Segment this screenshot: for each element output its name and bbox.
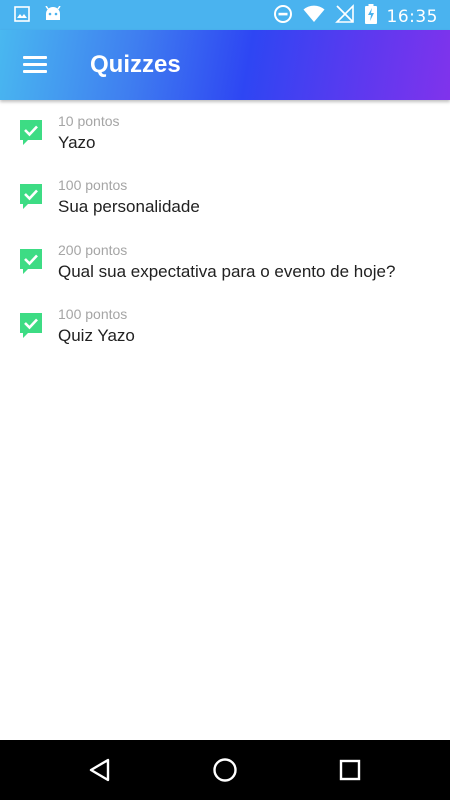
quiz-item-yazo[interactable]: 10 pontos Yazo (0, 100, 450, 164)
recents-icon[interactable] (334, 754, 366, 786)
quiz-title: Qual sua expectativa para o evento de ho… (58, 261, 396, 281)
wifi-icon (303, 5, 325, 28)
quiz-check-icon (20, 313, 44, 344)
quiz-points: 200 pontos (58, 241, 128, 258)
quiz-item-expectativa[interactable]: 200 pontos Qual sua expectativa para o e… (0, 229, 450, 294)
home-icon[interactable] (209, 754, 241, 786)
hamburger-menu-icon[interactable] (14, 45, 56, 85)
image-icon (14, 6, 30, 27)
quiz-check-icon (20, 184, 44, 215)
status-bar: 16:35 (0, 0, 450, 30)
quiz-points: 10 pontos (58, 113, 120, 129)
back-icon[interactable] (84, 754, 116, 786)
quiz-check-icon (20, 248, 44, 280)
status-time: 16:35 (386, 6, 438, 27)
quiz-title: Quiz Yazo (58, 326, 135, 345)
quiz-item-quiz-yazo[interactable]: 100 pontos Quiz Yazo (0, 293, 450, 358)
quiz-title: Sua personalidade (58, 197, 200, 216)
quiz-list: 10 pontos Yazo 100 pontos Sua personalid… (0, 100, 450, 358)
quiz-points: 100 pontos (58, 306, 128, 322)
app-bar: Quizzes (0, 30, 450, 100)
do-not-disturb-icon (273, 4, 293, 29)
navigation-bar (0, 740, 450, 800)
quiz-item-sua-personalidade[interactable]: 100 pontos Sua personalidade (0, 164, 450, 229)
battery-charging-icon (364, 4, 377, 29)
quiz-points: 100 pontos (58, 177, 128, 193)
android-icon (44, 5, 62, 27)
quiz-title: Yazo (58, 133, 96, 152)
no-signal-icon (334, 4, 355, 29)
quiz-check-icon (20, 120, 44, 151)
page-title: Quizzes (90, 51, 181, 78)
